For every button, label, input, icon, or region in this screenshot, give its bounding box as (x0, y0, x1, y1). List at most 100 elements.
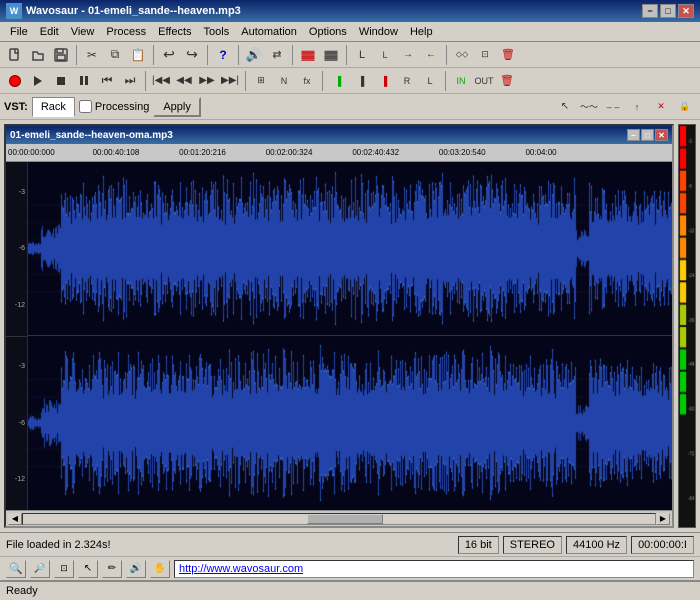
open-button[interactable] (27, 44, 49, 66)
cursor-button[interactable]: ↖ (78, 560, 98, 578)
skip-start[interactable]: |◀◀ (150, 70, 172, 92)
channels-field: STEREO (503, 536, 562, 554)
waveform-btn1[interactable]: ▓▓ (297, 44, 319, 66)
audio-in[interactable]: IN (450, 70, 472, 92)
menu-options[interactable]: Options (303, 24, 353, 40)
menu-window[interactable]: Window (353, 24, 404, 40)
menu-edit[interactable]: Edit (34, 24, 65, 40)
zoom-in-button[interactable]: 🔍 (6, 560, 26, 578)
volume-button[interactable]: 🔊 (243, 44, 265, 66)
meter2[interactable]: ▐ (350, 70, 372, 92)
vst-label: VST: (4, 101, 28, 113)
close-button[interactable]: ✕ (678, 4, 694, 18)
menu-file[interactable]: File (4, 24, 34, 40)
meter1[interactable]: ▐ (327, 70, 349, 92)
zoom-out-h[interactable]: L (374, 44, 396, 66)
trash-btn[interactable]: 🗑 (496, 70, 518, 92)
play-button[interactable] (27, 70, 49, 92)
zoom-out-button[interactable]: 🔎 (30, 560, 50, 578)
horizontal-scrollbar[interactable]: ◀ ▶ (6, 510, 672, 526)
sep8 (145, 71, 146, 91)
processing-checkbox[interactable]: Processing (79, 100, 149, 113)
inner-close[interactable]: ✕ (655, 129, 668, 141)
scrollbar-track[interactable] (22, 513, 656, 525)
dash-btn[interactable]: – – (602, 96, 624, 118)
zoom-arrow-l[interactable]: ← (420, 44, 442, 66)
rack-tab[interactable]: Rack (32, 97, 75, 117)
sep6 (346, 45, 347, 65)
skip-end[interactable]: ▶▶| (219, 70, 241, 92)
db-label-top-2: -12 (6, 302, 27, 309)
zoom-fit[interactable]: ⊞ (250, 70, 272, 92)
loop-button[interactable]: ⇄ (266, 44, 288, 66)
record-button[interactable] (4, 70, 26, 92)
inner-window-title: 01-emeli_sande--heaven-oma.mp3 (10, 130, 627, 141)
inner-window-controls: − □ ✕ (627, 129, 668, 141)
menu-process[interactable]: Process (100, 24, 152, 40)
new-button[interactable] (4, 44, 26, 66)
maximize-button[interactable]: □ (660, 4, 676, 18)
undo-button[interactable]: ↩ (158, 44, 180, 66)
region-btn[interactable]: ⊡ (474, 44, 496, 66)
ready-text: Ready (6, 585, 38, 597)
fast-forward-button[interactable]: ⏭ (119, 70, 141, 92)
menu-effects[interactable]: Effects (152, 24, 197, 40)
menu-help[interactable]: Help (404, 24, 439, 40)
arrow-up-btn[interactable]: ↑ (626, 96, 648, 118)
waveform-btn2[interactable]: ▓▓ (320, 44, 342, 66)
zoom-arrow-r[interactable]: → (397, 44, 419, 66)
stop-button[interactable] (50, 70, 72, 92)
meter5[interactable]: L (419, 70, 441, 92)
wave-btn[interactable]: 〜〜 (578, 96, 600, 118)
pencil-button[interactable]: ✏ (102, 560, 122, 578)
copy-button[interactable]: ⧉ (104, 44, 126, 66)
lock-btn[interactable]: 🔒 (674, 96, 696, 118)
pause-button[interactable] (73, 70, 95, 92)
scrollbar-thumb[interactable] (307, 514, 383, 524)
ruler-2: 00:01:20:216 (179, 148, 226, 157)
help-button[interactable]: ? (212, 44, 234, 66)
fx-btn[interactable]: fx (296, 70, 318, 92)
menu-tools[interactable]: Tools (198, 24, 236, 40)
scroll-left-button[interactable]: ◀ (8, 513, 22, 525)
paste-button[interactable]: 📋 (127, 44, 149, 66)
zoom-in-h[interactable]: L (351, 44, 373, 66)
menu-view[interactable]: View (65, 24, 101, 40)
meter4[interactable]: R (396, 70, 418, 92)
skip-prev[interactable]: ◀◀ (173, 70, 195, 92)
db-label-bot-2: -12 (6, 476, 27, 483)
processing-check-input[interactable] (79, 100, 92, 113)
menu-automation[interactable]: Automation (235, 24, 303, 40)
ruler-1: 00:00:40:108 (93, 148, 140, 157)
delete-btn[interactable]: 🗑 (497, 44, 519, 66)
select-button[interactable]: ⊡ (54, 560, 74, 578)
close-wave-btn[interactable]: ✕ (650, 96, 672, 118)
skip-next[interactable]: ▶▶ (196, 70, 218, 92)
waveform-top-canvas (28, 162, 672, 336)
normalize-btn[interactable]: N (273, 70, 295, 92)
audio-out[interactable]: OUT (473, 70, 495, 92)
speaker-button[interactable]: 🔊 (126, 560, 146, 578)
cursor-btn[interactable]: ↖ (554, 96, 576, 118)
ruler-4: 00:02:40:432 (352, 148, 399, 157)
scroll-right-button[interactable]: ▶ (656, 513, 670, 525)
save-button[interactable] (50, 44, 72, 66)
sep9 (245, 71, 246, 91)
apply-button[interactable]: Apply (153, 97, 201, 117)
toolbar1: ✂ ⧉ 📋 ↩ ↪ ? 🔊 ⇄ ▓▓ ▓▓ L L → ← ⬦⬦ ⊡ 🗑 (0, 42, 700, 68)
marker-btn[interactable]: ⬦⬦ (451, 44, 473, 66)
rewind-button[interactable]: ⏮ (96, 70, 118, 92)
waveform-container: -3 -6 -12 -3 -6 -12 (6, 162, 672, 510)
cut-button[interactable]: ✂ (81, 44, 103, 66)
redo-button[interactable]: ↪ (181, 44, 203, 66)
sep10 (322, 71, 323, 91)
website-url[interactable]: http://www.wavosaur.com (174, 560, 694, 578)
meter3[interactable]: ▐ (373, 70, 395, 92)
inner-minimize[interactable]: − (627, 129, 640, 141)
minimize-button[interactable]: − (642, 4, 658, 18)
pause-icon (80, 76, 88, 85)
db-label-bot-1: -6 (6, 420, 27, 427)
inner-maximize[interactable]: □ (641, 129, 654, 141)
ready-bar: Ready (0, 580, 700, 600)
hand-button[interactable]: ✋ (150, 560, 170, 578)
